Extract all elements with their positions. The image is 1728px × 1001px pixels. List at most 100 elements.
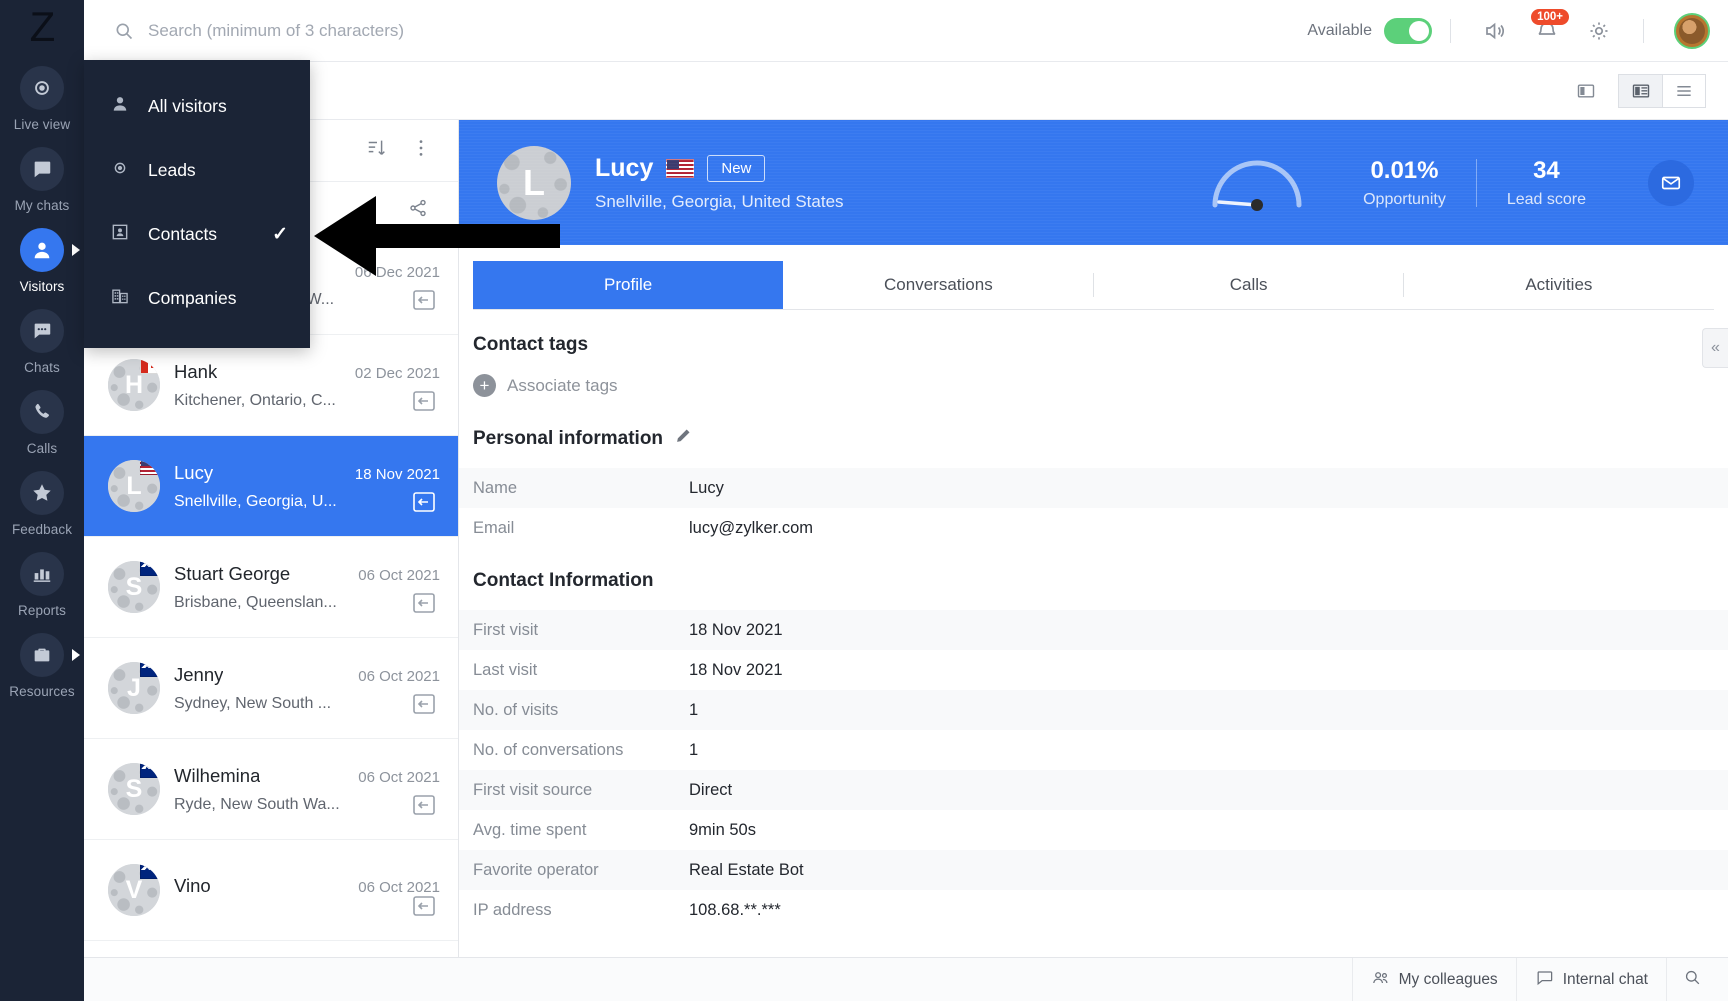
dropdown-item-companies[interactable]: Companies [84, 266, 310, 330]
sidebar-item-live-view[interactable]: Live view [0, 66, 84, 132]
visitor-date: 06 Oct 2021 [358, 667, 440, 685]
avatar: V [108, 864, 160, 916]
internal-chat-button[interactable]: Internal chat [1515, 957, 1666, 1001]
sidebar-item-feedback[interactable]: Feedback [0, 471, 84, 537]
start-chat-icon[interactable] [412, 793, 438, 817]
search-input[interactable] [148, 20, 668, 41]
building-icon [110, 286, 130, 311]
visitor-list-item[interactable]: V Vino 06 Oct 2021 [84, 840, 458, 941]
envelope-icon[interactable] [1648, 159, 1694, 206]
visitor-list-item[interactable]: H Hank 02 Dec 2021 Kitchener, Ontario, C... [84, 335, 458, 436]
split-view-icon[interactable] [1564, 73, 1608, 108]
visitor-list-item[interactable]: S Wilhemina 06 Oct 2021 Ryde, New South Wa.… [84, 739, 458, 840]
list-view-icon[interactable] [1662, 73, 1706, 108]
my-colleagues-button[interactable]: My colleagues [1351, 957, 1516, 1001]
edit-pencil-icon[interactable] [675, 427, 692, 450]
field-value: 108.68.**.*** [689, 900, 781, 919]
person-icon [110, 94, 130, 119]
visitor-top-row: Stuart George 06 Oct 2021 [174, 563, 440, 585]
start-chat-icon[interactable] [412, 894, 438, 918]
dropdown-item-label: Companies [148, 287, 237, 308]
more-options-icon[interactable] [410, 137, 432, 164]
sidebar-item-reports[interactable]: Reports [0, 552, 84, 618]
start-chat-icon[interactable] [412, 692, 438, 716]
avatar-initial: J [127, 673, 141, 702]
avatar: L [108, 460, 160, 512]
visitor-location: Brisbane, Queenslan... [174, 593, 337, 611]
search-icon [1683, 968, 1702, 992]
availability-label: Available [1307, 21, 1372, 39]
flag-icon-au [140, 662, 160, 677]
field-label: Favorite operator [473, 860, 599, 879]
collapse-panel-button[interactable]: « [1702, 328, 1728, 368]
bar-chart-icon [20, 552, 64, 596]
visitor-date: 06 Oct 2021 [358, 878, 440, 896]
annotation-arrow [310, 188, 560, 289]
visitor-list-item[interactable]: S Stuart George 06 Oct 2021 Brisbane, Queen… [84, 537, 458, 638]
table-row: Email lucy@zylker.com [459, 508, 1728, 548]
visitor-list-item[interactable]: J Jenny 06 Oct 2021 Sydney, New South ... [84, 638, 458, 739]
dropdown-item-label: Contacts [148, 223, 218, 244]
bottom-search-button[interactable] [1666, 957, 1718, 1001]
table-row: Last visit 18 Nov 2021 [459, 650, 1728, 690]
field-value: 1 [689, 700, 699, 719]
chat-bubble-icon [20, 147, 64, 191]
sort-icon[interactable] [366, 137, 388, 164]
gear-icon[interactable] [1573, 11, 1625, 51]
visitor-date: 18 Nov 2021 [354, 465, 440, 483]
start-chat-icon[interactable] [412, 490, 438, 514]
card-view-icon[interactable] [1618, 73, 1662, 108]
associate-tags-button[interactable]: + Associate tags [459, 374, 1728, 397]
field-label: Last visit [473, 660, 538, 679]
start-chat-icon[interactable] [412, 288, 438, 312]
table-row: Avg. time spent 9min 50s [459, 810, 1728, 850]
visitor-location: Sydney, New South ... [174, 694, 332, 712]
visitor-info: Wilhemina 06 Oct 2021 Ryde, New South Wa..… [174, 765, 440, 814]
contact-card-icon [110, 222, 130, 247]
dropdown-item-all-visitors[interactable]: All visitors [84, 74, 310, 138]
bell-icon[interactable]: 100+ [1521, 8, 1573, 51]
field-label: First visit source [473, 780, 593, 799]
tab-activities[interactable]: Activities [1404, 261, 1714, 309]
dropdown-item-leads[interactable]: Leads [84, 138, 310, 202]
opportunity-gauge [1207, 155, 1307, 211]
user-avatar[interactable] [1674, 12, 1710, 49]
sidebar-item-resources[interactable]: Resources [0, 633, 84, 699]
start-chat-icon[interactable] [412, 389, 438, 413]
visitor-location: Kitchener, Ontario, C... [174, 391, 336, 409]
chat-dots-icon [20, 309, 64, 353]
view-toggle-pair [1618, 73, 1706, 108]
table-row: No. of visits 1 [459, 690, 1728, 730]
visitor-top-row: Wilhemina 06 Oct 2021 [174, 765, 440, 787]
visitor-info: Jenny 06 Oct 2021 Sydney, New South ... [174, 664, 440, 713]
phone-icon [20, 390, 64, 434]
person-icon [20, 228, 64, 272]
target-icon [20, 66, 64, 110]
visitor-name: Stuart George [174, 562, 291, 584]
sidebar-label: Visitors [19, 279, 65, 294]
stat-value: 0.01% [1370, 156, 1439, 184]
visitor-name: Vino [174, 874, 211, 896]
sidebar-item-chats[interactable]: Chats [0, 309, 84, 375]
table-row: IP address 108.68.**.*** [459, 890, 1728, 930]
start-chat-icon[interactable] [412, 591, 438, 615]
sidebar-item-my-chats[interactable]: My chats [0, 147, 84, 213]
sidebar-label: Feedback [11, 522, 73, 537]
section-heading: Contact Information [473, 570, 654, 591]
visitor-info: Hank 02 Dec 2021 Kitchener, Ontario, C... [174, 361, 440, 410]
sidebar-item-visitors[interactable]: Visitors [0, 228, 84, 294]
visitor-name: Hank [174, 360, 218, 382]
notification-badge: 100+ [1531, 8, 1569, 25]
availability-toggle[interactable] [1384, 17, 1432, 44]
tab-conversations[interactable]: Conversations [783, 261, 1094, 309]
avatar-initial: L [126, 471, 142, 500]
visitor-name: Lucy [174, 461, 214, 483]
field-label: First visit [473, 620, 539, 639]
search-area [114, 20, 1307, 41]
visitor-list-item[interactable]: L Lucy 18 Nov 2021 Snellville, Georgia, U..… [84, 436, 458, 537]
tab-calls[interactable]: Calls [1094, 261, 1405, 309]
speaker-icon[interactable] [1469, 11, 1521, 51]
sidebar-item-calls[interactable]: Calls [0, 390, 84, 456]
dropdown-item-contacts[interactable]: Contacts ✓ [84, 202, 310, 266]
field-label: Email [473, 518, 515, 537]
